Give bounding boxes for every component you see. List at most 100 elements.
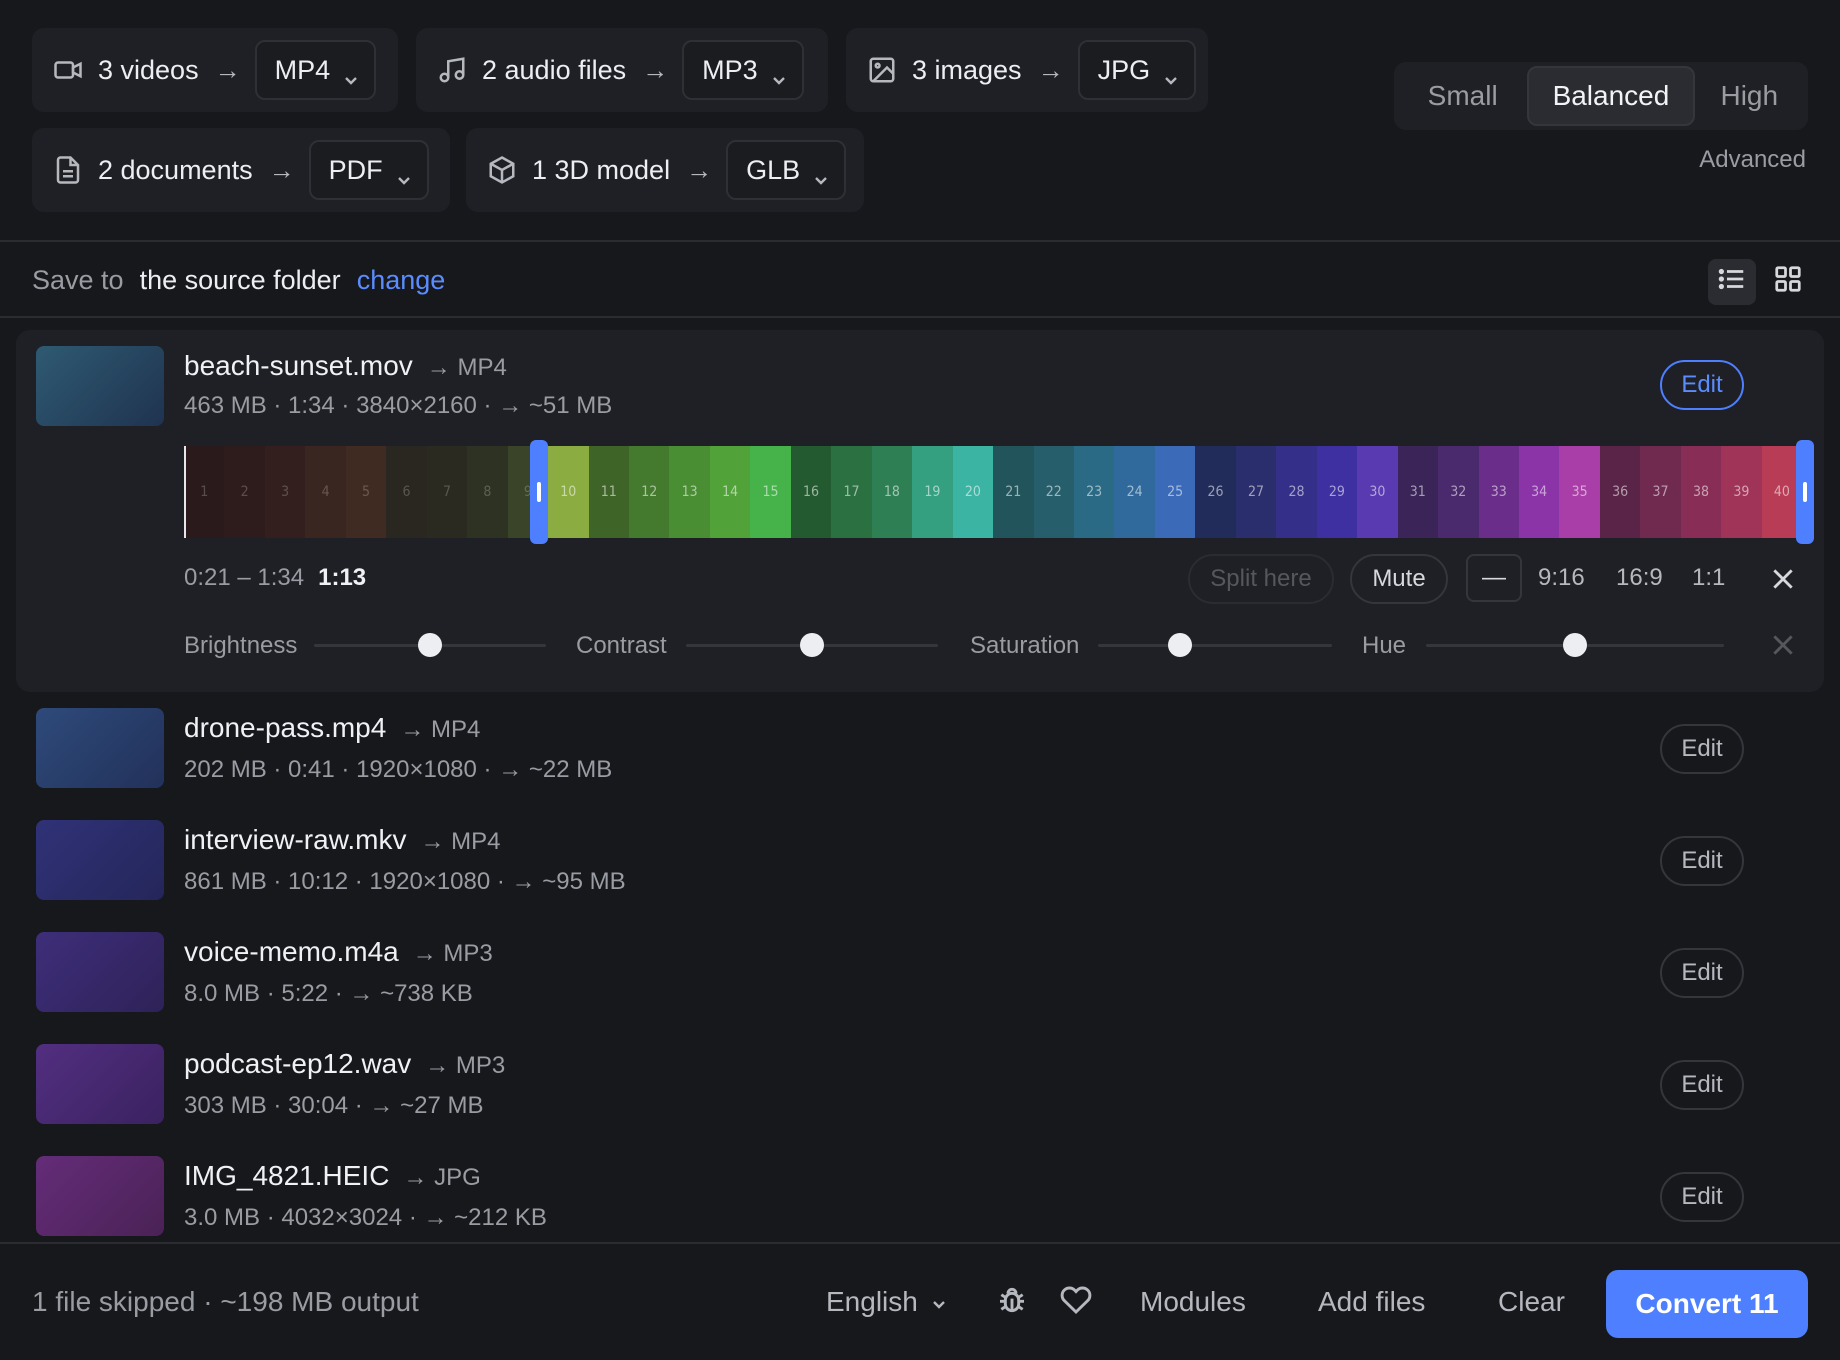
grid-view-button[interactable] [1764,259,1812,305]
add-files-button[interactable]: Add files [1318,1286,1425,1318]
format-select-videos[interactable]: MP4 [254,40,377,100]
group-label: 2 audio files [482,54,627,85]
brightness-knob[interactable] [418,633,442,657]
saturation-knob[interactable] [1167,633,1192,657]
timeline-frame[interactable]: 38 [1680,446,1722,538]
chevron-down-icon [814,163,828,185]
file-thumbnail [36,708,164,788]
format-value: GLB [746,154,801,185]
ratio-1-1-button[interactable]: 1:1 [1692,564,1725,592]
convert-button[interactable]: Convert 11 [1606,1270,1808,1338]
timeline-frame[interactable]: 17 [831,446,872,538]
timeline-frame[interactable]: 31 [1397,446,1439,538]
timeline-frame[interactable]: 26 [1195,446,1236,538]
hue-label: Hue [1362,632,1407,659]
timeline-frame[interactable]: 8 [467,446,508,538]
edit-button[interactable]: Edit [1660,1172,1744,1222]
ratio-free-button[interactable]: — [1466,554,1522,602]
edit-button[interactable]: Edit [1660,836,1744,886]
timeline-frame[interactable]: 27 [1235,446,1277,538]
timeline-frame[interactable]: 34 [1518,446,1560,538]
timeline-frame[interactable]: 18 [871,446,913,538]
timeline-frame[interactable]: 3 [264,446,306,538]
trim-handle-end[interactable] [1796,440,1814,544]
change-folder-link[interactable]: change [357,265,446,296]
edit-button[interactable]: Edit [1660,1060,1744,1110]
timeline-frame[interactable]: 7 [426,446,468,538]
timeline-frame[interactable]: 30 [1357,446,1398,538]
file-target: → MP3 [412,940,493,967]
file-name: interview-raw.mkv → MP4 [184,824,501,856]
image-icon [866,54,898,86]
format-select-documents[interactable]: PDF [308,140,429,200]
hue-knob[interactable] [1563,633,1587,657]
language-select[interactable]: English [826,1286,946,1318]
heart-icon[interactable] [1060,1284,1094,1318]
timeline-frame[interactable]: 13 [669,446,710,538]
timeline-frame[interactable]: 33 [1478,446,1519,538]
timeline-frame[interactable]: 1 [184,446,225,538]
timeline-frame[interactable]: 10 [548,446,589,538]
timeline-frame[interactable]: 36 [1599,446,1641,538]
format-select-images[interactable]: JPG [1077,40,1197,100]
list-view-button[interactable] [1708,259,1756,305]
timeline-frame[interactable]: 19 [912,446,953,538]
format-value: MP3 [702,54,758,85]
timeline-frame[interactable]: 28 [1276,446,1317,538]
quality-high[interactable]: High [1695,66,1804,126]
chevron-down-icon [772,63,786,85]
timeline-frame[interactable]: 5 [345,446,387,538]
close-icon[interactable] [1770,566,1796,592]
timeline-frame[interactable]: 15 [750,446,791,538]
timeline-frame[interactable]: 24 [1114,446,1155,538]
video-timeline[interactable]: 1 2 3 4 5 6 7 8 9 10 11 12 13 14 15 16 17 18 19 20 21 22 23 24 2… [184,446,1803,538]
arrow: → [1037,54,1064,85]
edit-button[interactable]: Edit [1660,948,1744,998]
timeline-frame[interactable]: 39 [1721,446,1762,538]
edit-button[interactable]: Edit [1660,360,1744,410]
timeline-frame[interactable]: 2 [224,446,265,538]
clear-button[interactable]: Clear [1498,1286,1565,1318]
split-here-button[interactable]: Split here [1188,554,1334,604]
language-value: English [826,1286,918,1317]
timeline-frame[interactable]: 11 [588,446,629,538]
timeline-frame[interactable]: 4 [305,446,346,538]
bug-icon[interactable] [996,1284,1030,1318]
edit-button[interactable]: Edit [1660,724,1744,774]
timeline-frame[interactable]: 6 [386,446,427,538]
trim-duration: 1:13 [318,564,367,591]
timeline-frame[interactable]: 22 [1033,446,1074,538]
saturation-slider[interactable] [1098,644,1332,647]
format-select-3d[interactable]: GLB [726,140,847,200]
advanced-link[interactable]: Advanced [1699,146,1806,174]
status-text: 1 file skipped · ~198 MB output [32,1286,419,1317]
file-meta: 463 MB · 1:34 · 3840×2160 · → ~51 MB [184,392,613,419]
format-select-audio[interactable]: MP3 [682,40,804,100]
timeline-frame[interactable]: 14 [709,446,751,538]
trim-handle-start[interactable] [530,440,548,544]
file-target: → MP3 [425,1052,506,1079]
timeline-frame[interactable]: 16 [790,446,832,538]
timeline-frame[interactable]: 12 [628,446,670,538]
contrast-knob[interactable] [800,633,824,657]
file-name: drone-pass.mp4 → MP4 [184,712,480,744]
timeline-frame[interactable]: 21 [993,446,1034,538]
modules-button[interactable]: Modules [1140,1286,1246,1318]
ratio-16-9-button[interactable]: 16:9 [1616,564,1663,592]
reset-adjustments-icon[interactable] [1770,632,1796,658]
quality-balanced[interactable]: Balanced [1527,66,1695,126]
timeline-frame[interactable]: 32 [1438,446,1479,538]
timeline-frame[interactable]: 25 [1154,446,1196,538]
list-icon [1717,264,1747,301]
group-label: 3 images [912,54,1022,85]
timeline-frame[interactable]: 37 [1640,446,1681,538]
ratio-9-16-button[interactable]: 9:16 [1538,564,1585,592]
timeline-frame[interactable]: 20 [952,446,994,538]
timeline-frame[interactable]: 35 [1559,446,1600,538]
mute-button[interactable]: Mute [1350,554,1448,604]
timeline-frame[interactable]: 29 [1316,446,1358,538]
timeline-playhead[interactable] [184,446,186,538]
arrow: → [268,154,295,185]
quality-small[interactable]: Small [1398,66,1527,126]
timeline-frame[interactable]: 23 [1073,446,1115,538]
